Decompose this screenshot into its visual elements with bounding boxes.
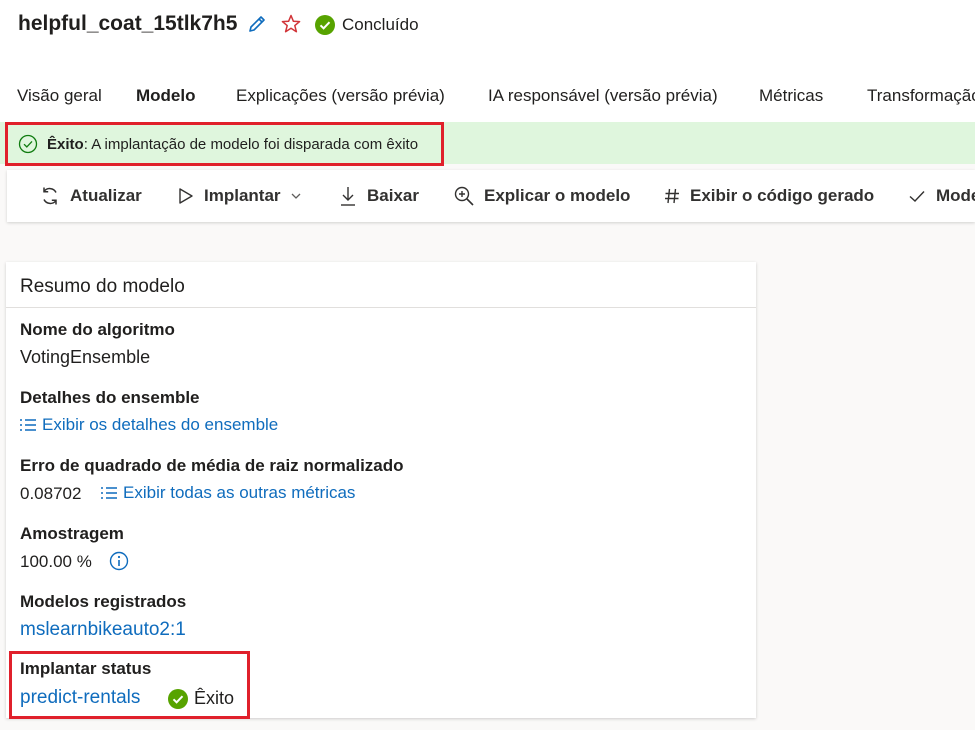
hashtag-icon [665,188,679,204]
refresh-button[interactable]: Atualizar [39,170,142,222]
favorite-star-icon[interactable] [280,13,302,35]
view-generated-code-button[interactable]: Exibir o código gerado [663,170,874,222]
view-generated-code-label: Exibir o código gerado [690,186,875,205]
command-toolbar: Atualizar Implantar Baixar Explicar o mo… [7,170,975,222]
metric-label: Erro de quadrado de média de raiz normal… [20,456,404,475]
tab-metrics[interactable]: Métricas [759,86,823,106]
edit-pencil-icon[interactable] [246,13,268,35]
card-divider [6,307,756,308]
deploy-label: Implantar [204,186,281,205]
ensemble-details-link-text: Exibir os detalhes do ensemble [42,415,279,434]
model-summary-card: Resumo do modelo Nome do algoritmo Votin… [6,262,756,718]
deploy-button[interactable]: Implantar [177,170,302,222]
play-icon [179,188,193,204]
tab-model[interactable]: Modelo [136,86,196,106]
success-banner-highlight: Êxito: A implantação de modelo foi dispa… [5,122,444,166]
refresh-icon [43,187,57,205]
card-title: Resumo do modelo [20,276,185,297]
sampling-value: 100.00 % [20,552,92,571]
explain-model-button[interactable]: Explicar o modelo [453,170,630,222]
deploy-status: Êxito [168,688,234,709]
algorithm-label: Nome do algoritmo [20,320,175,339]
all-metrics-link-text: Exibir todas as outras métricas [123,483,356,502]
tab-transformation[interactable]: Transformação [867,86,975,106]
ensemble-details-link[interactable]: Exibir os detalhes do ensemble [19,415,278,435]
download-icon [341,187,355,206]
registered-models-label: Modelos registrados [20,592,187,611]
success-check-circle-icon [18,134,38,154]
model-check-button[interactable]: Mode [907,170,975,222]
sampling-label: Amostragem [20,524,124,543]
page-title: helpful_coat_15tlk7h5 [18,12,238,35]
registered-model-link[interactable]: mslearnbikeauto2:1 [20,619,186,641]
refresh-label: Atualizar [70,186,142,205]
list-icon [20,419,36,431]
metric-value: 0.08702 [20,484,82,503]
checkmark-icon [909,191,925,202]
run-status: Concluído [315,15,419,35]
chevron-down-icon [291,193,300,199]
tab-bar: Visão geral Modelo Explicações (versão p… [0,60,975,122]
download-label: Baixar [367,186,419,205]
download-button[interactable]: Baixar [338,170,419,222]
completed-check-icon [315,15,335,35]
zoom-in-icon [454,186,474,206]
info-icon[interactable] [109,551,129,571]
explain-model-label: Explicar o modelo [484,186,631,205]
status-text: Concluído [342,15,419,34]
tab-overview[interactable]: Visão geral [17,86,102,106]
deploy-status-text: Êxito [194,688,235,708]
list-icon [101,487,117,499]
tab-explanations[interactable]: Explicações (versão prévia) [236,86,445,106]
algorithm-value: VotingEnsemble [20,347,151,367]
tab-responsible-ai[interactable]: IA responsável (versão prévia) [488,86,718,106]
all-metrics-link[interactable]: Exibir todas as outras métricas [100,483,355,503]
model-check-label: Mode [936,186,975,205]
banner-message: Êxito: A implantação de modelo foi dispa… [47,135,419,153]
success-check-icon [168,688,188,709]
page-header: helpful_coat_15tlk7h5 Concluído [0,0,975,60]
ensemble-label: Detalhes do ensemble [20,388,200,407]
